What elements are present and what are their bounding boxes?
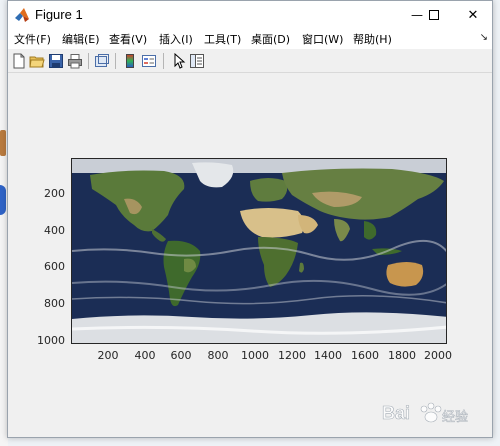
close-button[interactable]: ✕ [453, 1, 493, 29]
print-icon[interactable] [67, 53, 83, 69]
legend-icon[interactable] [141, 53, 157, 69]
world-map-image [72, 159, 446, 343]
menu-insert[interactable]: 插入(I) [159, 31, 193, 47]
menu-bar: 文件(F) 编辑(E) 查看(V) 插入(I) 工具(T) 桌面(D) 窗口(W… [8, 29, 492, 49]
menu-desktop[interactable]: 桌面(D) [251, 31, 290, 47]
toolbar-separator [115, 53, 116, 69]
new-figure-icon[interactable] [11, 53, 27, 69]
y-tick-label: 600 [44, 260, 65, 273]
australia-landmass [386, 262, 424, 287]
window-title: Figure 1 [35, 7, 83, 22]
maximize-icon [429, 10, 439, 20]
menu-tools[interactable]: 工具(T) [204, 31, 241, 47]
desktop-icon-partial [0, 130, 6, 156]
select-pointer-icon[interactable] [171, 53, 187, 69]
matlab-logo-icon [14, 7, 30, 23]
toolbar-separator [163, 53, 164, 69]
colorbar-icon[interactable] [122, 53, 138, 69]
x-tick-label: 1200 [278, 349, 306, 362]
toolbar-separator [88, 53, 89, 69]
x-tick-label: 1400 [314, 349, 342, 362]
open-file-icon[interactable] [29, 53, 45, 69]
y-tick-label: 400 [44, 224, 65, 237]
maximize-button[interactable] [414, 1, 454, 29]
close-icon: ✕ [467, 7, 479, 23]
svg-text:经验: 经验 [442, 409, 468, 425]
figure-canvas: 200 400 600 800 1000 200 400 600 800 100… [8, 73, 492, 437]
x-tick-label: 800 [207, 349, 229, 362]
desktop: Figure 1 — ✕ 文件(F) 编辑(E) 查看(V) 插入(I) 工具(… [0, 0, 500, 446]
link-plot-icon[interactable] [94, 53, 110, 69]
axes[interactable] [71, 158, 447, 344]
menu-edit[interactable]: 编辑(E) [62, 31, 100, 47]
x-tick-label: 200 [97, 349, 119, 362]
figure-window: Figure 1 — ✕ 文件(F) 编辑(E) 查看(V) 插入(I) 工具(… [7, 0, 493, 438]
menu-window[interactable]: 窗口(W) [302, 31, 343, 47]
baidu-watermark-logo: Bai 经验 [382, 402, 468, 425]
menu-file[interactable]: 文件(F) [14, 31, 51, 47]
x-tick-label: 2000 [424, 349, 452, 362]
figure-toolbar [8, 50, 492, 73]
x-tick-label: 1600 [351, 349, 379, 362]
x-tick-label: 1800 [388, 349, 416, 362]
europe-landmass [250, 178, 288, 202]
save-icon[interactable] [48, 53, 64, 69]
y-tick-label: 200 [44, 187, 65, 200]
menu-view[interactable]: 查看(V) [109, 31, 147, 47]
property-editor-icon[interactable] [189, 53, 205, 69]
title-bar: Figure 1 — ✕ [8, 1, 492, 29]
svg-text:Bai: Bai [382, 403, 410, 423]
menu-help[interactable]: 帮助(H) [353, 31, 392, 47]
dock-figure-icon[interactable]: ↘ [480, 32, 488, 43]
desktop-icon-partial [0, 185, 6, 215]
x-tick-label: 400 [134, 349, 156, 362]
y-tick-label: 1000 [37, 334, 65, 347]
y-tick-label: 800 [44, 297, 65, 310]
x-tick-label: 600 [170, 349, 192, 362]
x-tick-label: 1000 [241, 349, 269, 362]
